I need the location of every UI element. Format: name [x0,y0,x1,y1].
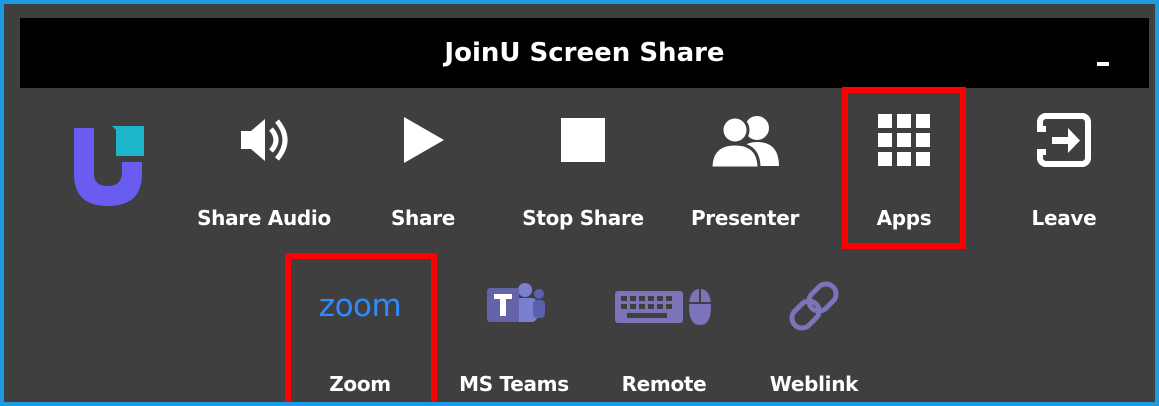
joinu-logo-icon [74,126,144,206]
zoom-highlight-box [285,253,437,402]
link-icon [789,281,839,331]
stop-share-label: Stop Share [522,206,644,230]
presenter-icon [709,115,779,168]
title-bar: JoinU Screen Share [20,18,1149,88]
stop-icon [561,118,605,162]
ms-teams-label: MS Teams [459,372,569,396]
leave-label: Leave [1031,206,1097,230]
app-window: JoinU Screen Share Share Audio Share Sto… [0,0,1159,406]
apps-highlight-box [842,87,966,249]
share-audio-label: Share Audio [197,206,331,230]
weblink-label: Weblink [769,372,859,396]
keyboard-mouse-icon [615,289,711,325]
minimize-icon[interactable] [1097,62,1109,66]
presenter-label: Presenter [690,206,800,230]
leave-icon [1036,113,1091,167]
window-title: JoinU Screen Share [444,38,725,68]
ms-teams-icon [487,283,545,322]
remote-label: Remote [621,372,707,396]
play-icon [404,117,444,163]
speaker-icon [241,119,288,161]
share-label: Share [390,206,456,230]
